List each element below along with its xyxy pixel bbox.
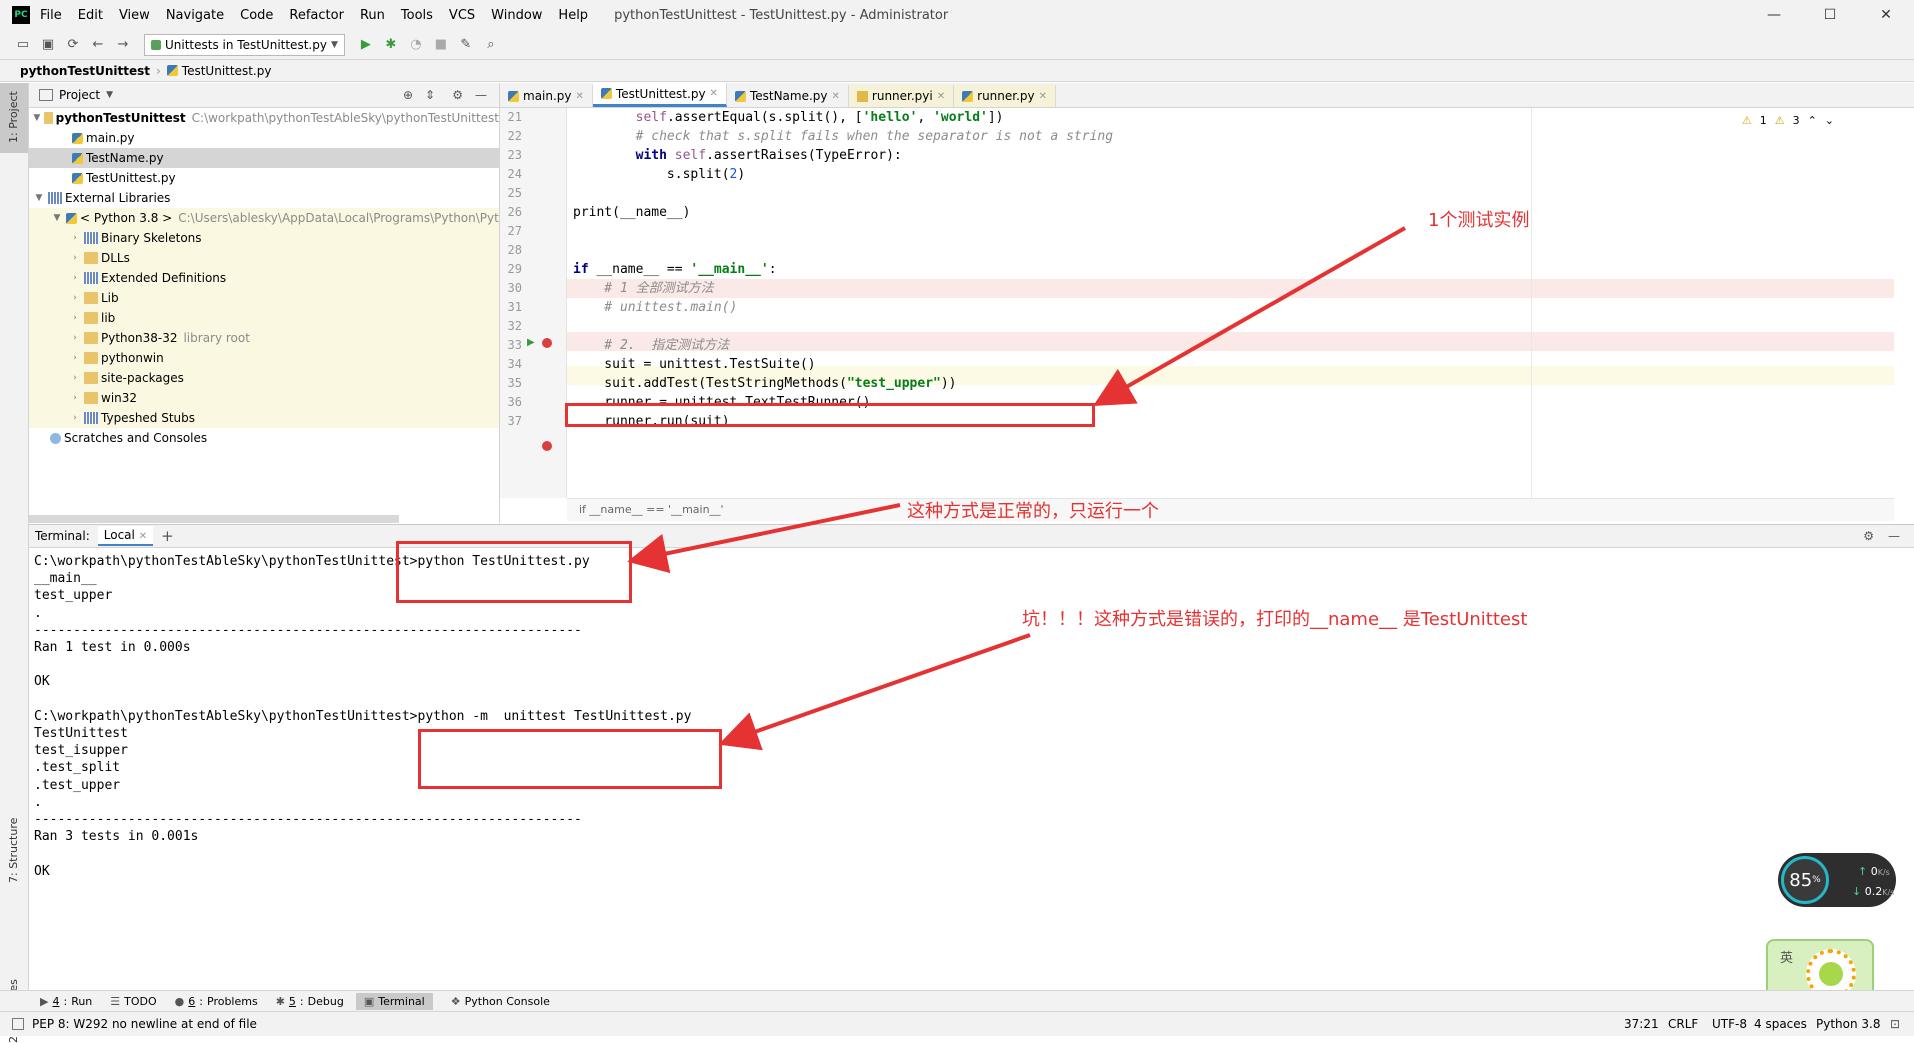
tool-window-bar: ▶ 4: Run ☰ TODO ● 6: Problems ✱ 5: Debug ▣ Termi… — [0, 990, 1914, 1011]
terminal-tool-button[interactable]: ▣ Terminal — [355, 992, 433, 1010]
debug-icon: ✱ — [275, 994, 285, 1008]
upload-value: 0 — [1870, 865, 1878, 878]
cpu-unit: % — [1812, 875, 1821, 885]
file-encoding[interactable]: UTF-8 — [1712, 1017, 1747, 1031]
lock-icon[interactable]: ⊡ — [1890, 1017, 1900, 1031]
ime-flower-center — [1819, 962, 1843, 986]
cpu-value: 85 — [1789, 869, 1813, 891]
cpu-gauge: 85% — [1781, 856, 1829, 904]
problems-tool-label: Problems — [207, 994, 258, 1008]
line-separator[interactable]: CRLF — [1668, 1017, 1698, 1031]
todo-tool-label: TODO — [124, 994, 157, 1008]
python-interpreter[interactable]: Python 3.8 — [1816, 1017, 1881, 1031]
arrow-up-icon: ↑ — [1858, 865, 1868, 878]
download-speed: ↓ 0.2K/s — [1852, 885, 1894, 898]
indent-setting[interactable]: 4 spaces — [1754, 1017, 1807, 1031]
problems-tool-button[interactable]: ● 6: Problems — [175, 995, 258, 1008]
annotation-normal-way: 这种方式是正常的，只运行一个 — [907, 501, 1159, 522]
arrow-to-wrong-command — [718, 633, 1031, 751]
run-tool-button[interactable]: ▶ 4: Run — [40, 995, 92, 1008]
debug-key: 5 — [288, 994, 296, 1008]
run-tool-label: Run — [71, 994, 93, 1008]
download-unit: K/s — [1882, 888, 1895, 897]
problems-icon: ● — [174, 994, 185, 1008]
arrow-to-addtest — [1093, 226, 1406, 406]
debug-tool-label: Debug — [307, 994, 344, 1008]
annotation-wrong-way: 坑！！！这种方式是错误的，打印的__name__ 是TestUnittest — [1022, 609, 1528, 630]
download-value: 0.2 — [1864, 885, 1883, 898]
annotation-one-instance: 1个测试实例 — [1428, 210, 1530, 231]
todo-tool-button[interactable]: ☰ TODO — [110, 995, 156, 1008]
status-toggle-icon[interactable] — [12, 1018, 24, 1030]
debug-tool-button[interactable]: ✱ 5: Debug — [276, 995, 344, 1008]
python-console-tool-label: Python Console — [464, 994, 550, 1008]
terminal-icon: ▣ — [363, 994, 375, 1008]
python-console-tool-button[interactable]: ❖ Python Console — [451, 995, 550, 1008]
problems-key: 6 — [188, 994, 196, 1008]
todo-icon: ☰ — [110, 994, 121, 1008]
upload-speed: ↑ 0K/s — [1858, 865, 1890, 878]
arrow-down-icon: ↓ — [1852, 885, 1862, 898]
run-icon: ▶ — [40, 994, 49, 1008]
upload-unit: K/s — [1877, 868, 1890, 877]
run-key: 4 — [52, 994, 60, 1008]
net-speed-widget[interactable]: 85% ↑ 0K/s ↓ 0.2K/s — [1778, 853, 1896, 907]
terminal-tool-label: Terminal — [378, 994, 425, 1008]
python-console-icon: ❖ — [450, 994, 461, 1008]
ime-mode-label: 英 — [1780, 951, 1794, 966]
status-bar: PEP 8: W292 no newline at end of file 37… — [0, 1011, 1914, 1036]
caret-position[interactable]: 37:21 — [1624, 1017, 1659, 1031]
status-message[interactable]: PEP 8: W292 no newline at end of file — [32, 1017, 257, 1031]
arrow-to-normal-command — [627, 503, 901, 574]
